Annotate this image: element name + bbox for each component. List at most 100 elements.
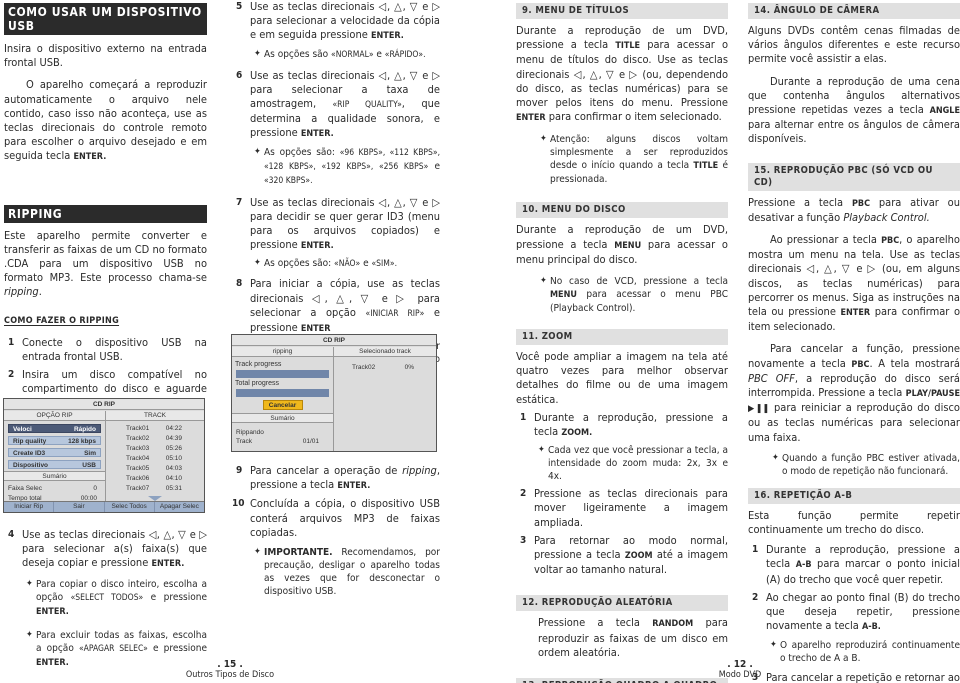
option-create-id3[interactable]: Create ID3 Sim [8, 448, 101, 457]
rip-step-6-bullet: ✦ As opções são: «96 KBPS», «112 KBPS», … [254, 146, 441, 186]
important-note: ✦ IMPORTANTE. Recomendamos, por precauçã… [254, 547, 440, 598]
pbc-paragraph-2: Ao pressionar a tecla PBC, o aparelho mo… [748, 233, 960, 334]
key-enter: ENTER. [73, 152, 107, 163]
screen-title: CD RIP [232, 335, 436, 346]
cancel-button[interactable]: Cancelar [262, 400, 303, 410]
rip-step-10: 10 Concluída a cópia, o dispositivo USB … [232, 497, 440, 539]
screen-title: CD RIP [4, 399, 204, 410]
pbc-paragraph-1: Pressione a tecla PBC para ativar ou des… [748, 195, 960, 224]
rip-step-7-bullet: ✦ As opções são: «NÃO» e «SIM». [254, 258, 397, 270]
bullet-icon: ✦ [254, 146, 261, 157]
rip-step-6: 6 Use as teclas direcionais ◁, △, ▽ e ▷ … [236, 68, 440, 140]
cd-rip-options-screen: CD RIP OPÇÃO RIP Veloci Rápido Rip qualit… [3, 398, 205, 513]
track-row[interactable]: Track03 05:26 [106, 444, 204, 454]
exit-button[interactable]: Sair [54, 502, 105, 512]
rip-step-4-bullet-1: ✦ Para copiar o disco inteiro, escolha a… [26, 578, 207, 617]
ripping-paragraph: Este aparelho permite converter e transf… [4, 228, 207, 299]
track-progress-label: Track progress [235, 361, 282, 368]
section-header-random: 12. REPRODUÇÃO ALEATÓRIA [516, 595, 728, 612]
bullet-icon: ✦ [26, 578, 33, 589]
rip-options-pane: OPÇÃO RIP Veloci Rápido Rip quality 128 kb… [4, 411, 105, 512]
zoom-step-3: 3 Para retornar ao modo normal, pression… [520, 533, 728, 577]
bullet-icon: ✦ [254, 48, 261, 59]
angle-paragraph-2: Durante a reprodução de uma cena que con… [748, 74, 960, 146]
track-row[interactable]: Track07 05:31 [106, 484, 204, 494]
zoom-step-1-bullet: ✦ Cada vez que você pressionar a tecla, … [538, 445, 728, 483]
column-1: COMO USAR UM DISPOSITIVO USB Insira o di… [4, 0, 207, 447]
column-3: 9. MENU DE TÍTULOS Durante a reprodução … [516, 0, 728, 683]
zoom-step-1: 1 Durante a reprodução, pressione a tecl… [520, 410, 728, 439]
page-footer-right: . 12 . Modo DVD [700, 659, 780, 681]
selected-track-row: Track02 0% [352, 364, 414, 371]
total-progress-label: Total progress [235, 380, 279, 387]
select-all-button[interactable]: Selec Todos [105, 502, 155, 512]
section-header-pbc: 15. REPRODUÇÃO PBC (SÓ VCD OU CD) [748, 162, 960, 191]
bullet-icon: ✦ [254, 258, 261, 269]
rip-step-8: 8 Para iniciar a cópia, use as teclas di… [236, 277, 440, 335]
rip-step-5-bullet: ✦ As opções são «NORMAL» e «RÁPIDO». [254, 48, 426, 60]
zoom-paragraph: Você pode ampliar a imagem na tela até q… [516, 350, 728, 406]
usb-paragraph-1: Insira o dispositivo externo na entrada … [4, 42, 207, 70]
random-paragraph: Pressione a tecla RANDOM para reproduzir… [538, 616, 728, 659]
bullet-icon: ✦ [540, 276, 547, 287]
column-1-lower: 4 Use as teclas direcionais ◁, △, ▽ e ▷ … [4, 524, 207, 670]
bullet-icon: ✦ [254, 547, 261, 558]
title-menu-paragraph: Durante a reprodução de um DVD, pression… [516, 24, 728, 124]
summary-header: Sumário [232, 413, 333, 423]
summary-header: Sumário [4, 471, 105, 481]
option-speed[interactable]: Veloci Rápido [8, 424, 101, 433]
bullet-icon: ✦ [540, 134, 547, 145]
track-list-header: TRACK [106, 411, 204, 421]
bullet-icon: ✦ [538, 445, 545, 456]
section-header-usb: COMO USAR UM DISPOSITIVO USB [4, 3, 207, 35]
zoom-step-2: 2 Pressione as teclas direcionais para m… [520, 487, 728, 529]
cd-rip-progress-screen: CD RIP ripping Track progress Total prog… [231, 334, 437, 452]
column-2: 5 Use as teclas direcionais ◁, △, ▽ e ▷ … [232, 0, 440, 379]
footer-section-title: Modo DVD [718, 670, 762, 680]
ripping-status: Rippando [236, 429, 264, 436]
section-header-ab-repeat: 16. REPETIÇÃO A-B [748, 487, 960, 504]
ab-repeat-paragraph: Esta função permite repetir continuament… [748, 508, 960, 537]
track-row[interactable]: Track05 04:03 [106, 464, 204, 474]
section-header-ripping: RIPPING [4, 204, 207, 223]
ab-step-2: 2 Ao chegar ao ponto final (B) do trecho… [752, 590, 960, 633]
option-device[interactable]: Dispositivo USB [8, 460, 101, 469]
rip-step-7: 7 Use as teclas direcionais ◁, △, ▽ e ▷ … [236, 195, 440, 252]
track-row[interactable]: Track02 04:39 [106, 434, 204, 444]
subheading-how-to-rip: COMO FAZER O RIPPING [4, 315, 120, 326]
selected-track-pane: Selecionado track Track02 0% [334, 347, 436, 451]
screen-button-bar: Iniciar Rip Sair Selec Todos Apagar Sele… [4, 501, 204, 512]
ripping-pane: ripping Track progress Total progress Ca… [232, 347, 333, 451]
ripping-header: ripping [232, 347, 333, 357]
track-row[interactable]: Track06 04:10 [106, 474, 204, 484]
column-2-lower: 9 Para cancelar a operação de ripping, p… [232, 460, 440, 598]
disc-menu-note: ✦ No caso de VCD, pressione a tecla MENU… [540, 276, 729, 315]
section-header-title-menu: 9. MENU DE TÍTULOS [516, 3, 728, 19]
page-number: . 12 . [727, 659, 753, 670]
clear-selection-button[interactable]: Apagar Selec [155, 502, 204, 512]
track-progress-bar [236, 370, 329, 378]
section-header-zoom: 11. ZOOM [516, 329, 728, 346]
total-progress-bar [236, 389, 329, 397]
track-row[interactable]: Track04 05:10 [106, 454, 204, 464]
selected-track-header: Selecionado track [334, 347, 436, 357]
bullet-icon: ✦ [772, 452, 779, 463]
ab-step-1: 1 Durante a reprodução, pressione a tecl… [752, 543, 960, 586]
title-menu-note: ✦ Atenção: alguns discos voltam simplesm… [540, 134, 728, 186]
pbc-paragraph-3: Para cancelar a função, pressione novame… [748, 342, 960, 444]
page-footer-left: . 15 . Outros Tipos de Disco [170, 659, 290, 681]
section-header-step: 13. REPRODUÇÃO QUADRO A QUADRO [516, 678, 728, 683]
track-list-pane: TRACK Track01 04:22 Track02 04:39 Track03 0… [106, 411, 204, 512]
bullet-icon: ✦ [26, 629, 33, 640]
rip-step-9: 9 Para cancelar a operação de ripping, p… [236, 464, 440, 492]
column-4: 14. ÂNGULO DE CÂMERA Alguns DVDs contêm … [748, 0, 960, 683]
footer-section-title: Outros Tipos de Disco [185, 670, 275, 680]
track-row[interactable]: Track01 04:22 [106, 424, 204, 434]
summary-selected-tracks: Faixa Selec 0 [8, 485, 97, 492]
rip-step-4: 4 Use as teclas direcionais ◁, △, ▽ e ▷ … [8, 528, 207, 570]
pbc-note: ✦ Quando a função PBC estiver ativada, o… [772, 452, 960, 477]
option-rip-quality[interactable]: Rip quality 128 kbps [8, 436, 101, 445]
rip-step-5: 5 Use as teclas direcionais ◁, △, ▽ e ▷ … [236, 0, 440, 42]
rip-step-1: 1 Conecte o dispositivo USB na entrada f… [8, 335, 207, 364]
start-rip-button[interactable]: Iniciar Rip [4, 502, 55, 512]
